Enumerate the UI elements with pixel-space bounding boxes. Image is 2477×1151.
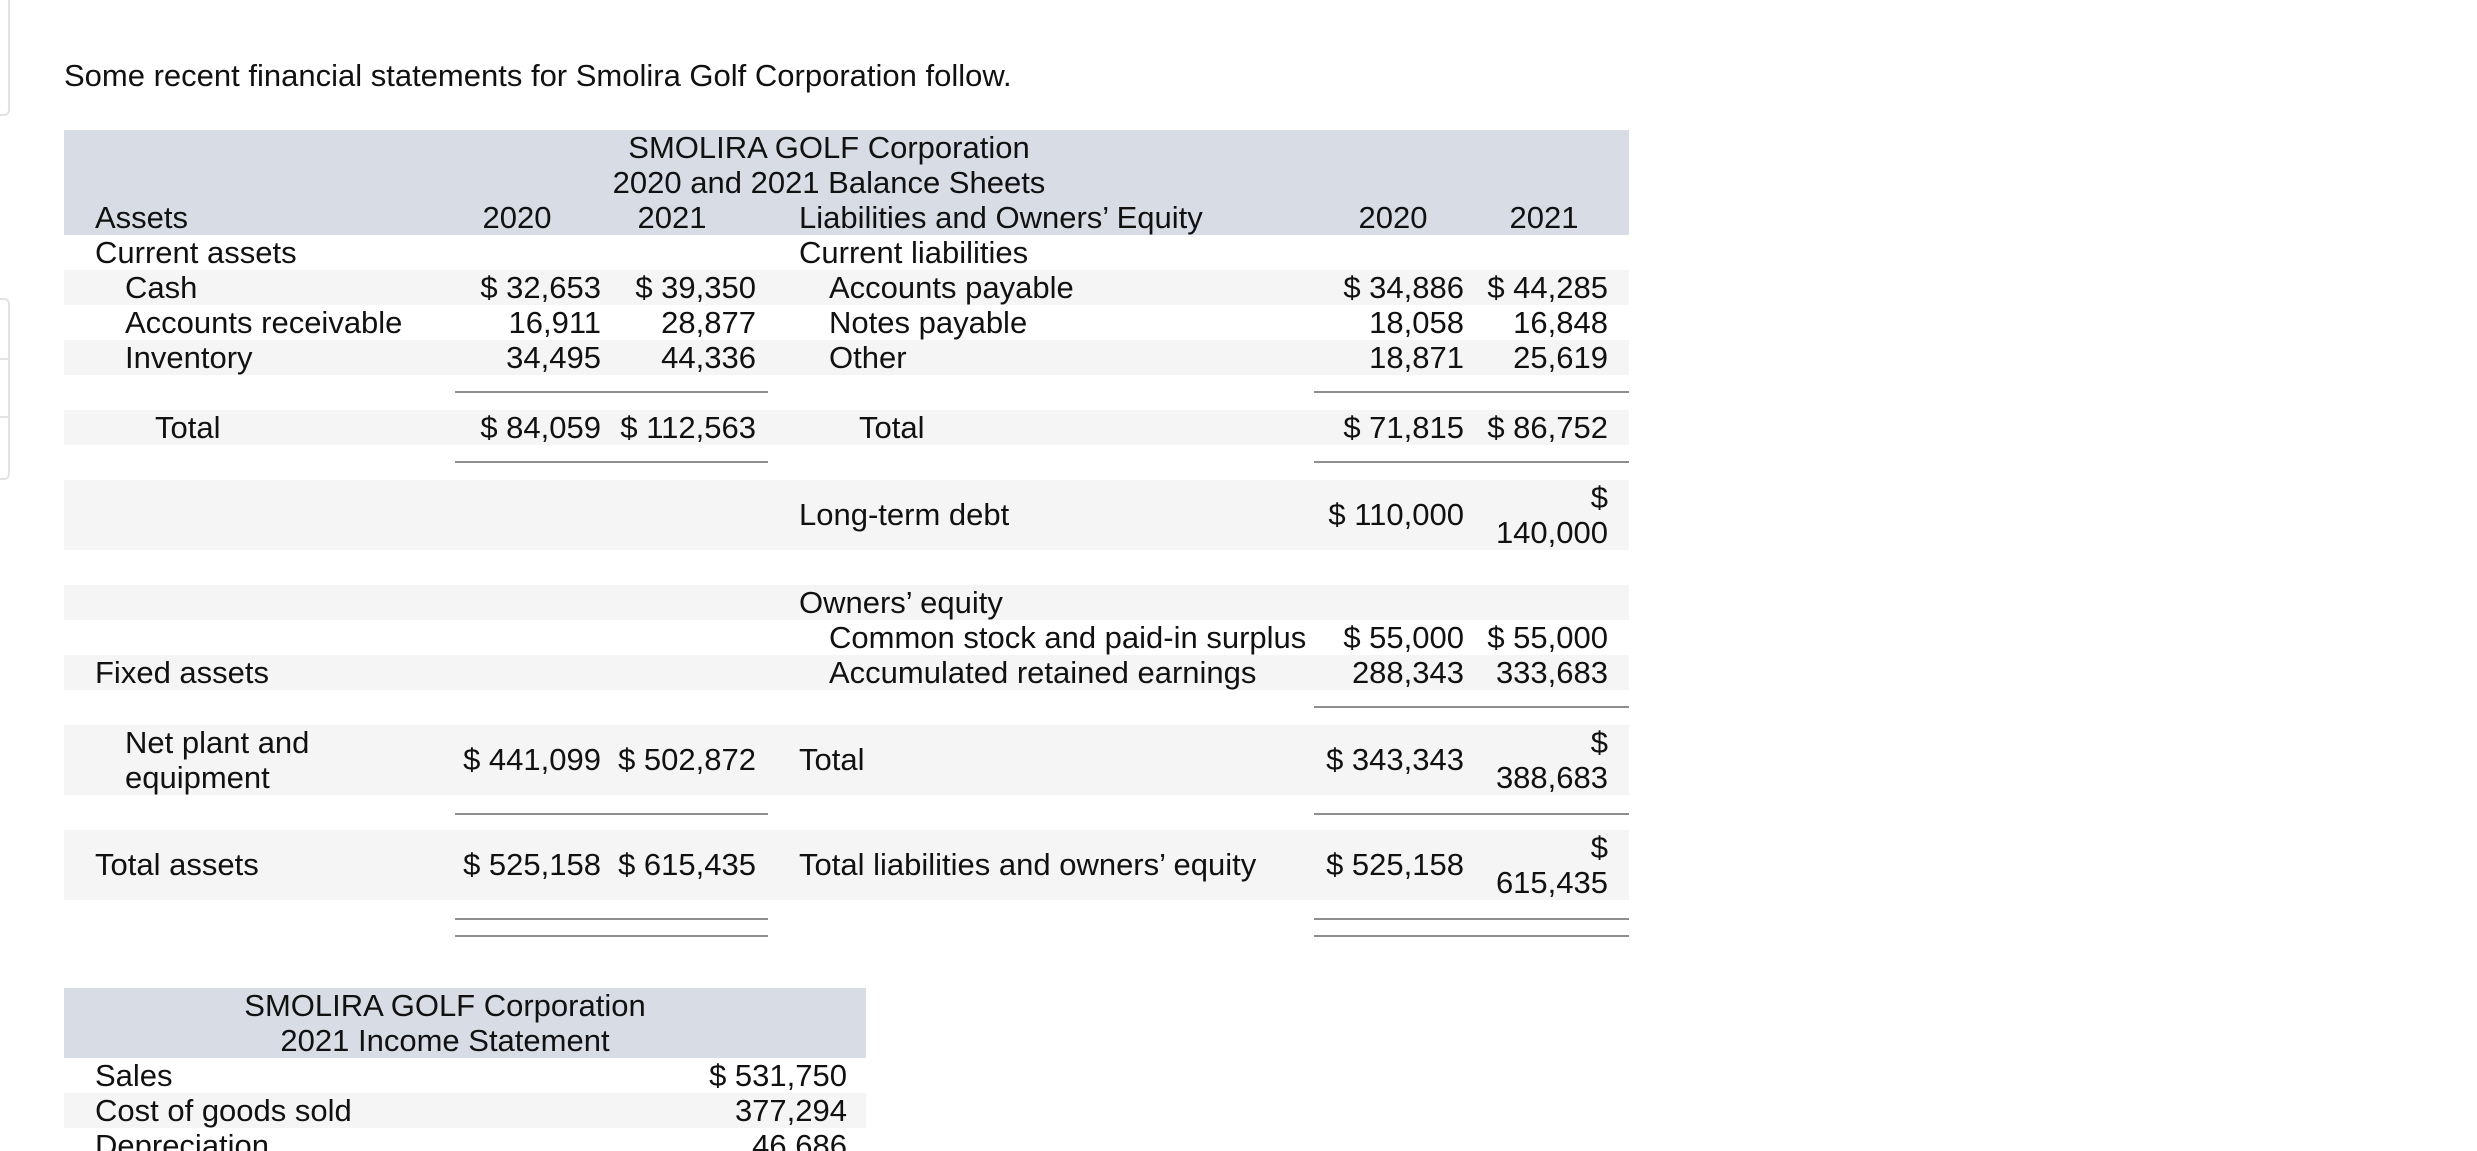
long-term-debt-2020: $ 110,000 bbox=[1328, 497, 1464, 532]
owners-equity-label: Owners’ equity bbox=[799, 585, 1003, 620]
side-tab-group[interactable] bbox=[0, 298, 10, 480]
net-plant-2021: $ 502,872 bbox=[618, 742, 756, 777]
income-company: SMOLIRA GOLF Corporation bbox=[244, 988, 646, 1023]
other-label: Other bbox=[829, 340, 907, 375]
double-rule bbox=[455, 935, 768, 937]
current-assets-total-2020: $ 84,059 bbox=[480, 410, 601, 445]
rule bbox=[455, 461, 768, 463]
other-2021: 25,619 bbox=[1513, 340, 1608, 375]
receivables-label: Accounts receivable bbox=[125, 305, 403, 340]
total-liab-equity-2021-sign: $ bbox=[1590, 830, 1608, 865]
net-plant-2020: $ 441,099 bbox=[463, 742, 601, 777]
balance-sheet-company: SMOLIRA GOLF Corporation bbox=[628, 130, 1030, 165]
balance-sheet-title: 2020 and 2021 Balance Sheets bbox=[612, 165, 1046, 200]
income-title: 2021 Income Statement bbox=[280, 1023, 610, 1058]
rule bbox=[455, 391, 768, 393]
current-liabilities-total-label: Total bbox=[859, 410, 925, 445]
equity-total-2021: 388,683 bbox=[1495, 760, 1608, 795]
cogs-value: 377,294 bbox=[734, 1093, 847, 1128]
liabilities-heading: Liabilities and Owners’ Equity bbox=[799, 200, 1203, 235]
current-assets-total-2021: $ 112,563 bbox=[620, 410, 756, 445]
retained-earnings-label: Accumulated retained earnings bbox=[829, 655, 1257, 690]
other-2020: 18,871 bbox=[1369, 340, 1464, 375]
double-rule bbox=[1314, 918, 1629, 920]
retained-earnings-2020: 288,343 bbox=[1351, 655, 1464, 690]
rule bbox=[1314, 461, 1629, 463]
payables-2020: $ 34,886 bbox=[1343, 270, 1464, 305]
total-assets-2021: $ 615,435 bbox=[618, 847, 756, 882]
assets-heading: Assets bbox=[95, 200, 189, 235]
current-liabilities-total-2020: $ 71,815 bbox=[1343, 410, 1464, 445]
long-term-debt-2021-sign: $ bbox=[1590, 480, 1608, 515]
equity-total-2020: $ 343,343 bbox=[1326, 742, 1464, 777]
equity-total-2021-sign: $ bbox=[1590, 725, 1608, 760]
equity-total-label: Total bbox=[799, 742, 865, 777]
depreciation-label: Depreciation bbox=[95, 1128, 270, 1151]
total-liab-equity-2020: $ 525,158 bbox=[1326, 847, 1464, 882]
payables-2021: $ 44,285 bbox=[1487, 270, 1608, 305]
common-stock-2020: $ 55,000 bbox=[1343, 620, 1464, 655]
cash-label: Cash bbox=[125, 270, 198, 305]
cash-2021: $ 39,350 bbox=[635, 270, 756, 305]
current-assets-label: Current assets bbox=[95, 235, 297, 270]
cash-2020: $ 32,653 bbox=[480, 270, 601, 305]
assets-year-2020: 2020 bbox=[482, 200, 552, 235]
receivables-2020: 16,911 bbox=[508, 305, 601, 340]
inventory-2021: 44,336 bbox=[661, 340, 756, 375]
inventory-2020: 34,495 bbox=[506, 340, 601, 375]
long-term-debt-label: Long-term debt bbox=[799, 497, 1010, 532]
current-assets-total-label: Total bbox=[155, 410, 221, 445]
sales-label: Sales bbox=[95, 1058, 173, 1093]
double-rule bbox=[455, 918, 768, 920]
fixed-assets-label: Fixed assets bbox=[95, 655, 270, 690]
payables-label: Accounts payable bbox=[829, 270, 1074, 305]
rule bbox=[1314, 391, 1629, 393]
depreciation-value: 46,686 bbox=[752, 1128, 847, 1151]
double-rule bbox=[1314, 935, 1629, 937]
net-plant-label-line2: equipment bbox=[125, 760, 270, 795]
intro-text: Some recent financial statements for Smo… bbox=[64, 58, 1012, 93]
retained-earnings-2021: 333,683 bbox=[1495, 655, 1608, 690]
cogs-label: Cost of goods sold bbox=[95, 1093, 352, 1128]
common-stock-label: Common stock and paid-in surplus bbox=[829, 620, 1307, 655]
total-assets-label: Total assets bbox=[95, 847, 259, 882]
notes-label: Notes payable bbox=[829, 305, 1028, 340]
current-liabilities-label: Current liabilities bbox=[799, 235, 1029, 270]
net-plant-label-line1: Net plant and bbox=[125, 725, 310, 760]
assets-year-2021: 2021 bbox=[637, 200, 707, 235]
receivables-2021: 28,877 bbox=[661, 305, 756, 340]
financial-statements: SMOLIRA GOLF Corporation 2020 and 2021 B… bbox=[64, 130, 1629, 1151]
sales-value: $ 531,750 bbox=[709, 1058, 847, 1093]
total-liab-equity-label: Total liabilities and owners’ equity bbox=[799, 847, 1257, 882]
long-term-debt-2021: 140,000 bbox=[1495, 515, 1608, 550]
rule bbox=[1314, 706, 1629, 708]
current-liabilities-total-2021: $ 86,752 bbox=[1487, 410, 1608, 445]
notes-2021: 16,848 bbox=[1513, 305, 1608, 340]
total-liab-equity-2021: 615,435 bbox=[1495, 865, 1608, 900]
side-panel-edge bbox=[0, 0, 10, 116]
liab-year-2020: 2020 bbox=[1358, 200, 1428, 235]
inventory-label: Inventory bbox=[125, 340, 253, 375]
notes-2020: 18,058 bbox=[1369, 305, 1464, 340]
liab-year-2021: 2021 bbox=[1509, 200, 1579, 235]
total-assets-2020: $ 525,158 bbox=[463, 847, 601, 882]
common-stock-2021: $ 55,000 bbox=[1487, 620, 1608, 655]
rule bbox=[1314, 813, 1629, 815]
rule bbox=[455, 813, 768, 815]
